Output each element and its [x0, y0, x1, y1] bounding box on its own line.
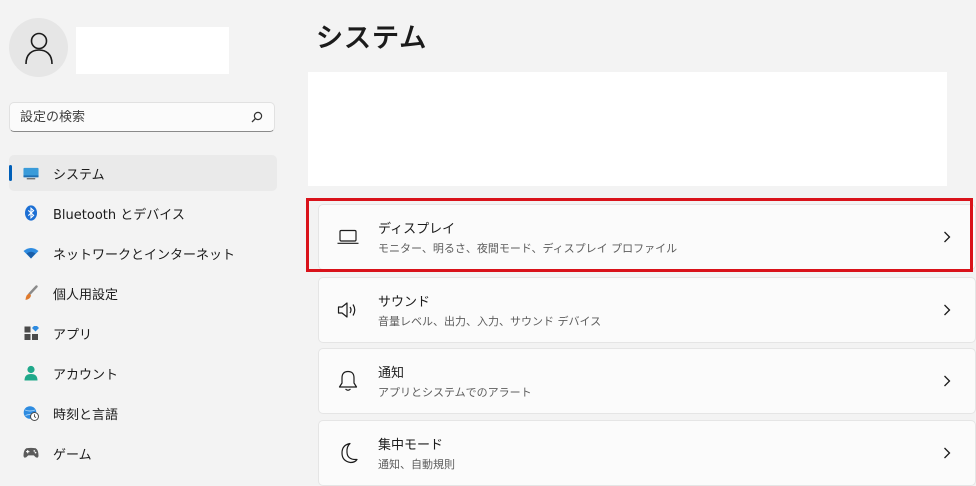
sidebar-item-label: Bluetooth とデバイス [53, 207, 185, 223]
moon-icon [337, 442, 359, 464]
sidebar-item-label: 時刻と言語 [53, 407, 119, 423]
main-content: システム ディスプレイ モニター、明るさ、夜間モード、ディスプレイ プロファイル… [308, 0, 976, 486]
card-title: ディスプレイ [378, 222, 456, 237]
sidebar-item-time-language[interactable]: 時刻と言語 [9, 395, 277, 431]
search-input[interactable] [20, 109, 250, 125]
user-name-area [76, 27, 229, 74]
bell-icon [337, 370, 359, 392]
settings-card-focus[interactable]: 集中モード 通知、自動規則 [318, 420, 976, 486]
card-title: 集中モード [378, 438, 444, 453]
sidebar-item-personalization[interactable]: 個人用設定 [9, 275, 277, 311]
avatar[interactable] [9, 18, 68, 77]
apps-icon [23, 325, 39, 341]
speaker-icon [337, 299, 359, 321]
sidebar-item-system[interactable]: システム [9, 155, 277, 191]
gamepad-icon [23, 445, 39, 461]
system-icon [23, 165, 39, 181]
card-subtitle: アプリとシステムでのアラート [378, 386, 532, 399]
card-subtitle: 通知、自動規則 [378, 458, 455, 471]
bluetooth-icon [23, 205, 39, 221]
sidebar-item-apps[interactable]: アプリ [9, 315, 277, 351]
sidebar-item-network[interactable]: ネットワークとインターネット [9, 235, 277, 271]
sidebar-item-label: ゲーム [53, 447, 92, 463]
card-subtitle: モニター、明るさ、夜間モード、ディスプレイ プロファイル [378, 242, 678, 255]
account-icon [23, 365, 39, 381]
sidebar-item-label: 個人用設定 [53, 287, 119, 303]
settings-card-display[interactable]: ディスプレイ モニター、明るさ、夜間モード、ディスプレイ プロファイル [318, 204, 976, 270]
sidebar-item-bluetooth[interactable]: Bluetooth とデバイス [9, 195, 277, 231]
user-icon [24, 32, 53, 64]
brush-icon [23, 285, 39, 301]
sidebar-item-label: システム [53, 167, 105, 183]
settings-card-sound[interactable]: サウンド 音量レベル、出力、入力、サウンド デバイス [318, 277, 976, 343]
chevron-right-icon [939, 229, 955, 245]
card-title: サウンド [378, 295, 431, 310]
card-title: 通知 [378, 366, 405, 381]
device-info-banner [308, 72, 947, 186]
page-title: システム [316, 23, 428, 54]
sidebar-item-label: アプリ [53, 327, 93, 343]
sidebar-item-label: アカウント [53, 367, 119, 383]
sidebar: システム Bluetooth とデバイス ネットワークとインターネット [0, 0, 290, 473]
display-icon [337, 226, 359, 248]
sidebar-item-label: ネットワークとインターネット [53, 247, 236, 263]
chevron-right-icon [939, 302, 955, 318]
wifi-icon [23, 245, 39, 261]
search-icon[interactable] [250, 110, 264, 124]
search-box[interactable] [9, 102, 275, 132]
sidebar-nav: システム Bluetooth とデバイス ネットワークとインターネット 個人用設… [9, 155, 277, 475]
sidebar-item-gaming[interactable]: ゲーム [9, 435, 277, 471]
card-subtitle: 音量レベル、出力、入力、サウンド デバイス [378, 315, 602, 328]
chevron-right-icon [939, 373, 955, 389]
globe-clock-icon [23, 405, 39, 421]
sidebar-item-accounts[interactable]: アカウント [9, 355, 277, 391]
chevron-right-icon [939, 445, 955, 461]
settings-card-notifications[interactable]: 通知 アプリとシステムでのアラート [318, 348, 976, 414]
